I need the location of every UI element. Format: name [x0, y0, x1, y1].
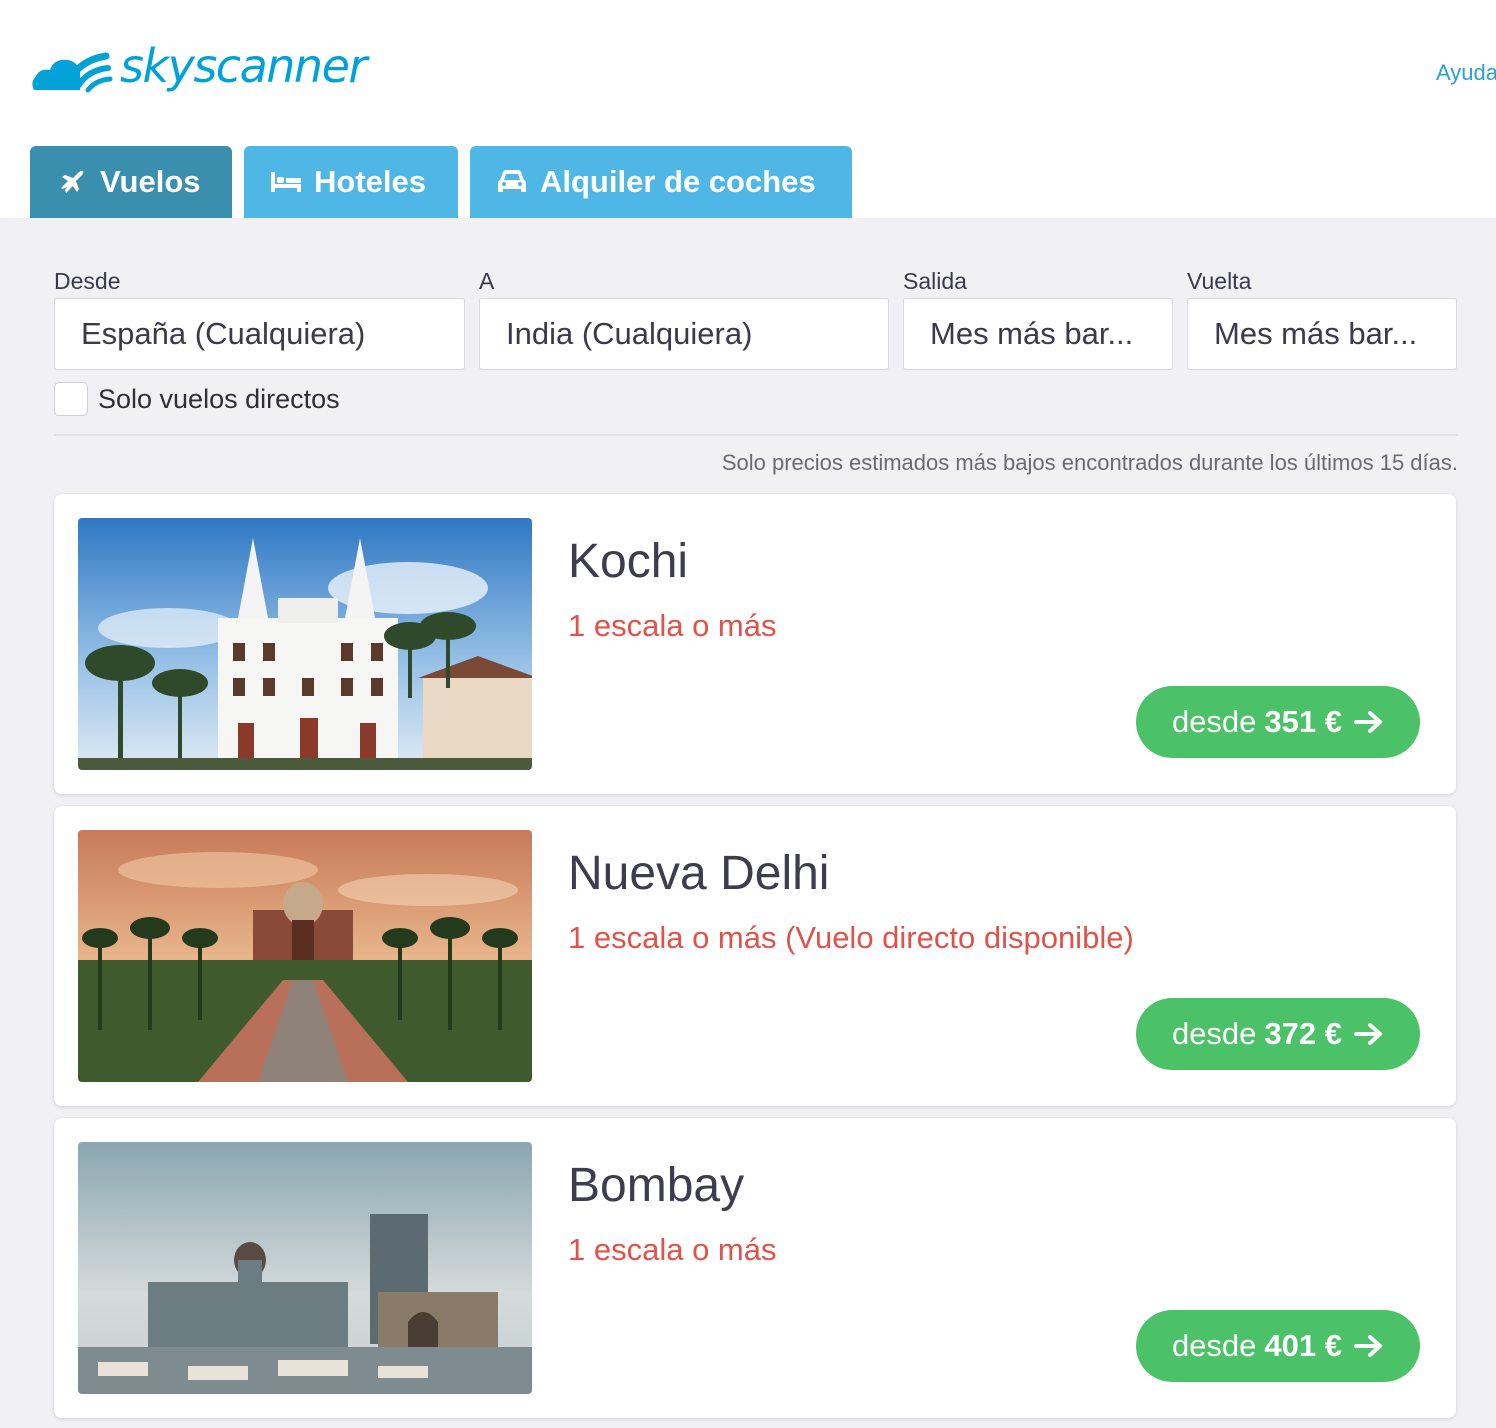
price-value: 351 €: [1264, 704, 1342, 739]
result-card[interactable]: Nueva Delhi 1 escala o más (Vuelo direct…: [54, 806, 1456, 1106]
to-field[interactable]: India (Cualquiera): [479, 298, 889, 370]
depart-date-field[interactable]: Mes más bar...: [903, 298, 1173, 370]
product-tabs: Vuelos Hoteles Alquiler de coches: [30, 146, 852, 218]
price-disclaimer: Solo precios estimados más bajos encontr…: [721, 450, 1458, 475]
price-button[interactable]: desde 372 €: [1135, 998, 1420, 1070]
direct-only-row: Solo vuelos directos: [54, 382, 340, 416]
depart-label: Salida: [903, 268, 967, 294]
stops-info: 1 escala o más: [568, 1232, 777, 1267]
price-prefix: desde: [1171, 1328, 1257, 1363]
nueva-delhi-image: [78, 830, 532, 1082]
tab-flights-label: Vuelos: [100, 164, 201, 199]
bombay-image: [78, 1142, 532, 1394]
arrow-right-icon: [1354, 1023, 1382, 1045]
stops-info: 1 escala o más: [568, 608, 777, 643]
bed-icon: [270, 166, 302, 198]
price-value: 372 €: [1264, 1016, 1342, 1051]
divider: [54, 434, 1458, 436]
direct-only-checkbox[interactable]: [54, 382, 88, 416]
direct-only-label[interactable]: Solo vuelos directos: [98, 384, 340, 415]
stops-info: 1 escala o más (Vuelo directo disponible…: [568, 920, 1134, 955]
header: skyscanner Ayuda: [0, 0, 1496, 146]
city-name: Kochi: [568, 535, 689, 588]
price-value: 401 €: [1264, 1328, 1342, 1363]
city-name: Nueva Delhi: [568, 847, 830, 900]
from-label: Desde: [54, 268, 121, 294]
skyscanner-logo[interactable]: skyscanner: [28, 36, 367, 100]
tab-flights[interactable]: Vuelos: [30, 146, 232, 218]
price-prefix: desde: [1171, 704, 1257, 739]
price-button[interactable]: desde 401 €: [1135, 1310, 1420, 1382]
tab-hotels-label: Hoteles: [314, 164, 426, 199]
tab-car-hire[interactable]: Alquiler de coches: [470, 146, 852, 218]
tab-car-hire-label: Alquiler de coches: [540, 164, 816, 199]
plane-icon: [56, 166, 88, 198]
car-icon: [496, 166, 528, 198]
price-prefix: desde: [1171, 1016, 1257, 1051]
return-label: Vuelta: [1187, 268, 1252, 294]
logo-wordmark: skyscanner: [120, 39, 367, 93]
city-name: Bombay: [568, 1159, 745, 1212]
help-link[interactable]: Ayuda: [1436, 60, 1496, 86]
arrow-right-icon: [1354, 1335, 1382, 1357]
from-field[interactable]: España (Cualquiera): [54, 298, 465, 370]
arrow-right-icon: [1354, 711, 1382, 733]
to-label: A: [479, 268, 495, 294]
return-date-field[interactable]: Mes más bar...: [1187, 298, 1457, 370]
kochi-image: [78, 518, 532, 770]
skyscanner-cloud-icon: [32, 52, 113, 93]
result-card[interactable]: Bombay 1 escala o más desde 401 €: [54, 1118, 1456, 1418]
result-card[interactable]: Kochi 1 escala o más desde 351 €: [54, 494, 1456, 794]
tab-hotels[interactable]: Hoteles: [244, 146, 458, 218]
price-button[interactable]: desde 351 €: [1135, 686, 1420, 758]
